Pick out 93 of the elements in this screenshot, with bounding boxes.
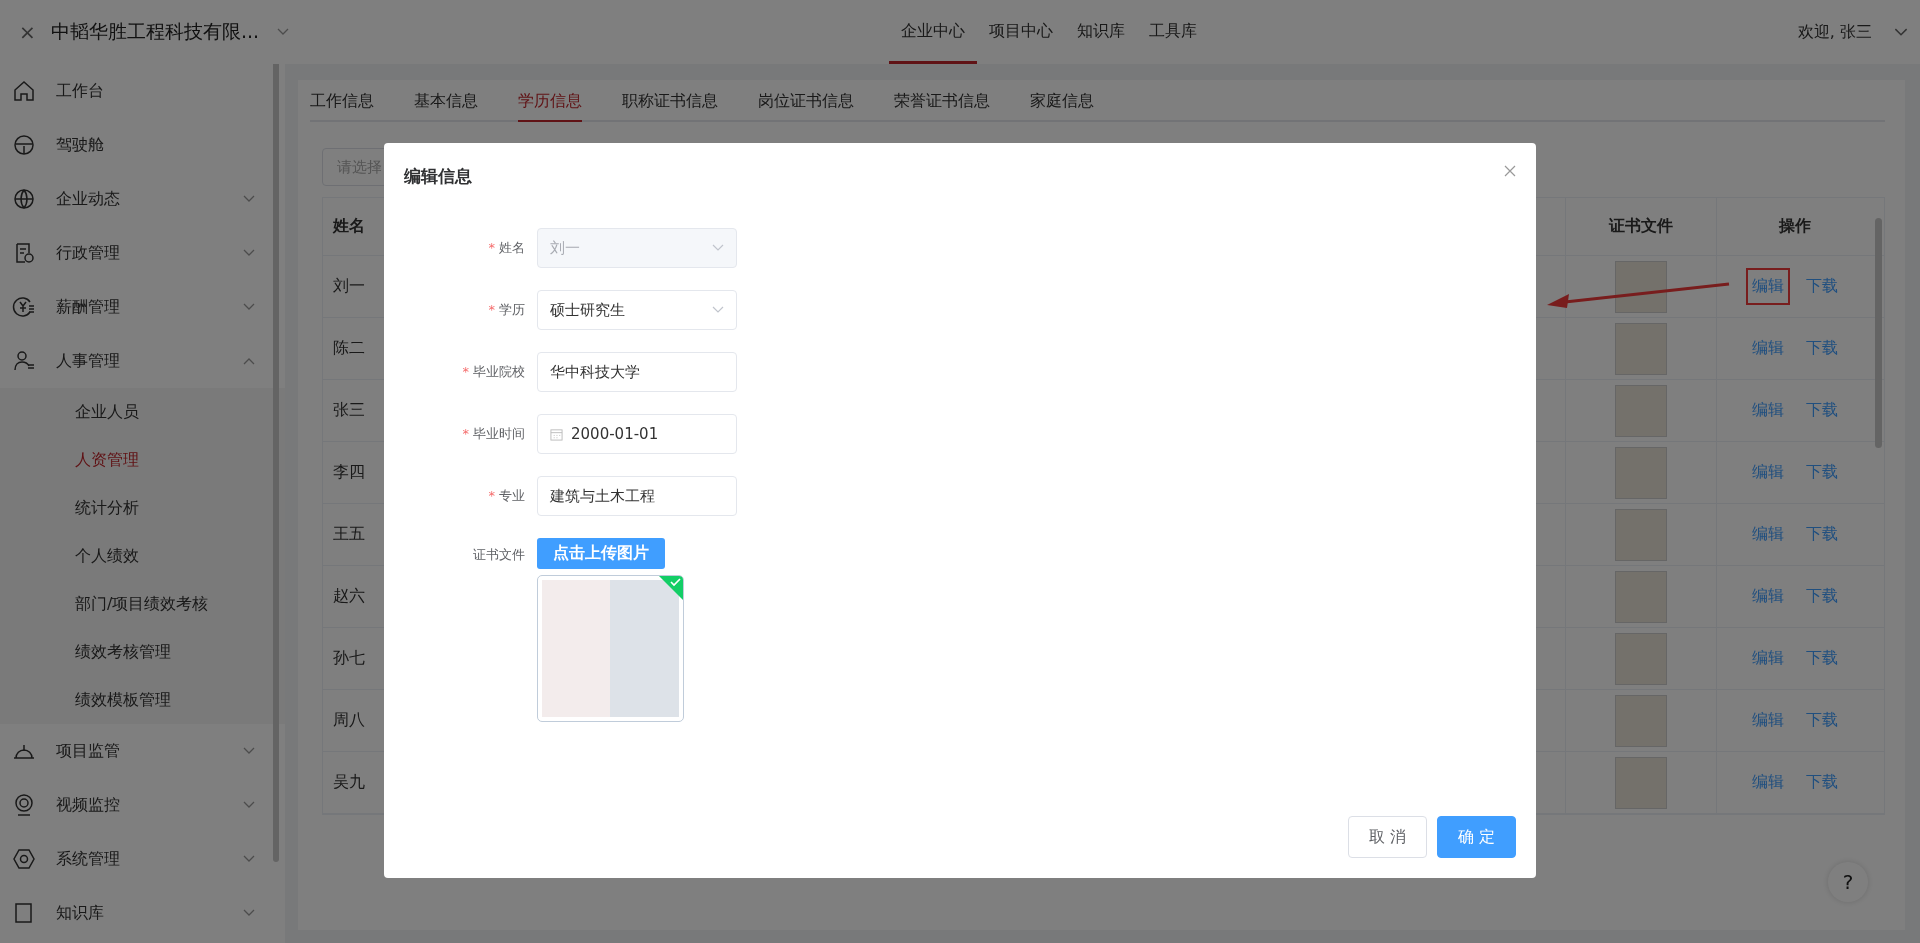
- tab[interactable]: 职称证书信息: [622, 91, 718, 122]
- edit-link[interactable]: 编辑: [1745, 640, 1790, 677]
- sidebar-item[interactable]: 系统管理: [0, 832, 285, 886]
- download-link[interactable]: 下载: [1799, 764, 1844, 801]
- download-link[interactable]: 下载: [1799, 516, 1844, 553]
- nav-tab[interactable]: 知识库: [1065, 0, 1138, 64]
- table-cell-text: 王五: [332, 523, 366, 545]
- edit-link[interactable]: 编辑: [1745, 764, 1790, 801]
- certificate-thumbnail[interactable]: [1615, 384, 1667, 437]
- dialog-title: 编辑信息: [404, 165, 472, 188]
- tab[interactable]: 岗位证书信息: [758, 91, 854, 122]
- tab[interactable]: 荣誉证书信息: [894, 91, 990, 122]
- chevron-down-icon[interactable]: [277, 28, 290, 36]
- table-cell-text: 吴九: [332, 771, 366, 793]
- person-icon: [12, 349, 36, 373]
- sidebar-item[interactable]: 知识库: [0, 886, 285, 940]
- nav-tab[interactable]: 项目中心: [977, 0, 1066, 64]
- upload-button[interactable]: 点击上传图片: [537, 538, 665, 569]
- chevron-down-icon: [243, 303, 255, 311]
- edit-link[interactable]: 编辑: [1745, 392, 1790, 429]
- chevron-down-icon: [243, 249, 255, 257]
- nav-tab[interactable]: 工具库: [1137, 0, 1210, 64]
- confirm-button[interactable]: 确 定: [1437, 816, 1516, 858]
- download-link[interactable]: 下载: [1799, 702, 1844, 739]
- company-name: 中韬华胜工程科技有限...: [51, 19, 260, 44]
- chevron-down-icon: [243, 909, 255, 917]
- field-label: * 学历: [487, 301, 526, 319]
- close-icon[interactable]: ×: [19, 20, 33, 44]
- calendar-icon: [550, 427, 563, 441]
- chevron-down-icon[interactable]: [1894, 27, 1908, 37]
- chevron-down-icon: [243, 801, 255, 809]
- field-label: * 毕业院校: [461, 363, 526, 381]
- chevron-down-icon: [243, 747, 255, 755]
- edit-link[interactable]: 编辑: [1745, 516, 1790, 553]
- scrollbar[interactable]: [1875, 218, 1882, 448]
- close-icon[interactable]: [1504, 165, 1516, 177]
- scrollbar[interactable]: [273, 64, 279, 862]
- date-field[interactable]: 2000-01-01: [537, 414, 737, 454]
- steering-wheel-icon: [12, 133, 36, 157]
- column-header: 操作: [1716, 198, 1872, 255]
- certificate-thumbnail[interactable]: [1615, 632, 1667, 685]
- certificate-thumbnail[interactable]: [1615, 508, 1667, 561]
- chevron-down-icon: [712, 306, 724, 314]
- table-cell-text: 刘一: [332, 275, 366, 297]
- download-link[interactable]: 下载: [1799, 268, 1844, 305]
- table-cell-text: 周八: [332, 709, 366, 731]
- download-link[interactable]: 下载: [1799, 454, 1844, 491]
- certificate-thumbnail[interactable]: [1615, 570, 1667, 623]
- tab[interactable]: 基本信息: [414, 91, 478, 122]
- field-label: * 毕业时间: [461, 425, 526, 443]
- table-cell-text: 赵六: [332, 585, 366, 607]
- edit-link[interactable]: 编辑: [1745, 454, 1790, 491]
- column-header: 姓名: [331, 215, 366, 237]
- camera-icon: [12, 793, 36, 817]
- check-icon: [659, 576, 683, 600]
- certificate-thumbnail[interactable]: [1615, 756, 1667, 809]
- globe-icon: [12, 187, 36, 211]
- tab[interactable]: 学历信息: [518, 91, 582, 122]
- yuan-icon: [12, 295, 36, 319]
- download-link[interactable]: 下载: [1799, 640, 1844, 677]
- edit-link[interactable]: 编辑: [1745, 578, 1790, 615]
- table-cell-text: 陈二: [332, 337, 366, 359]
- table-cell-text: 孙七: [332, 647, 366, 669]
- hexagon-icon: [12, 847, 36, 871]
- input-field[interactable]: 建筑与土木工程: [537, 476, 737, 516]
- home-icon: [12, 79, 36, 103]
- edit-link[interactable]: 编辑: [1745, 702, 1790, 739]
- cancel-button[interactable]: 取 消: [1348, 816, 1427, 858]
- nav-tab[interactable]: 企业中心: [889, 0, 978, 64]
- table-cell-text: 张三: [332, 399, 366, 421]
- chevron-down-icon: [243, 195, 255, 203]
- download-link[interactable]: 下载: [1799, 392, 1844, 429]
- chevron-down-icon: [243, 855, 255, 863]
- field-label: 证书文件: [472, 546, 526, 564]
- column-header: 证书文件: [1565, 198, 1716, 255]
- input-field[interactable]: 华中科技大学: [537, 352, 737, 392]
- certificate-thumbnail[interactable]: [1615, 322, 1667, 375]
- certificate-thumbnail[interactable]: [1615, 260, 1667, 313]
- table-cell-text: 李四: [332, 461, 366, 483]
- download-link[interactable]: 下载: [1799, 578, 1844, 615]
- chevron-up-icon: [243, 357, 255, 365]
- field-label: * 专业: [487, 487, 526, 505]
- edit-link[interactable]: 编辑: [1745, 268, 1790, 305]
- tab[interactable]: 工作信息: [310, 91, 374, 122]
- download-link[interactable]: 下载: [1799, 330, 1844, 367]
- field-label: * 姓名: [487, 239, 526, 257]
- tab[interactable]: 家庭信息: [1030, 91, 1094, 122]
- certificate-thumbnail[interactable]: [1615, 446, 1667, 499]
- select-field[interactable]: 硕士研究生: [537, 290, 737, 330]
- chevron-down-icon: [712, 244, 724, 252]
- certificate-thumbnail[interactable]: [1615, 694, 1667, 747]
- edit-link[interactable]: 编辑: [1745, 330, 1790, 367]
- welcome-text: 欢迎, 张三: [1797, 21, 1872, 43]
